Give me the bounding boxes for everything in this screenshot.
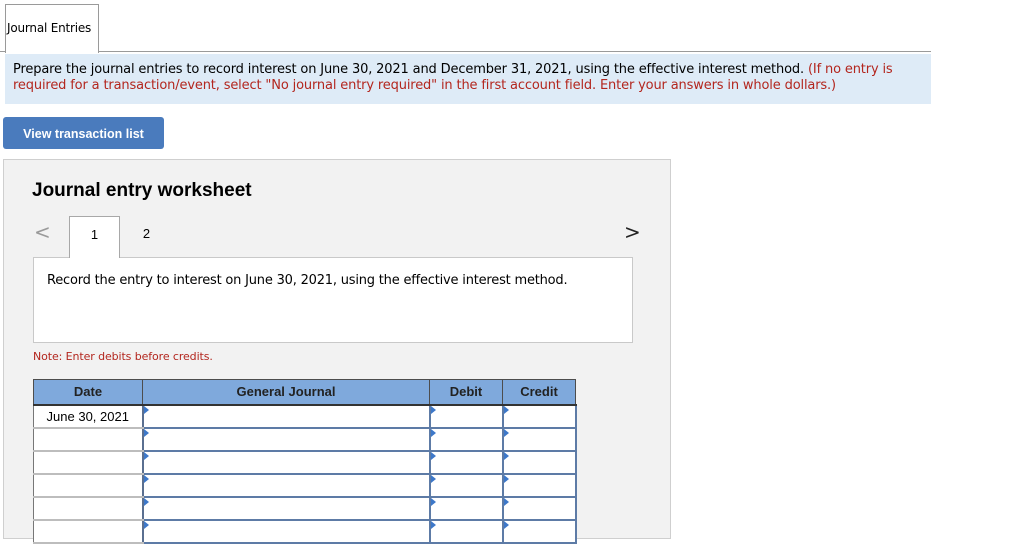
credit-input[interactable] <box>503 520 575 542</box>
cell-flag-icon <box>143 428 149 437</box>
instructions-panel: Prepare the journal entries to record in… <box>5 54 931 104</box>
account-input[interactable] <box>143 497 429 519</box>
debits-note: Note: Enter debits before credits. <box>33 350 213 363</box>
account-input[interactable] <box>143 428 429 450</box>
debit-input-cell <box>428 519 504 544</box>
cell-flag-icon <box>503 405 509 414</box>
cell-flag-icon <box>430 497 436 506</box>
account-input-cell <box>141 450 431 475</box>
credit-input-cell <box>501 519 577 544</box>
account-input-cell <box>141 473 431 498</box>
date-cell <box>33 496 144 521</box>
date-cell: June 30, 2021 <box>33 404 144 429</box>
account-input[interactable] <box>143 520 429 542</box>
table-header-row: Date General Journal Debit Credit <box>33 379 576 406</box>
credit-input[interactable] <box>503 428 575 450</box>
cell-flag-icon <box>503 520 509 529</box>
entry-prompt: Record the entry to interest on June 30,… <box>33 257 633 343</box>
debit-input[interactable] <box>430 428 502 450</box>
table-row <box>33 496 577 521</box>
debit-input[interactable] <box>430 497 502 519</box>
cell-flag-icon <box>503 451 509 460</box>
credit-input[interactable] <box>503 451 575 473</box>
tab-bar: Journal Entries <box>0 0 931 53</box>
debit-input-cell <box>428 450 504 475</box>
step-tab-2[interactable]: 2 <box>121 216 172 258</box>
account-input[interactable] <box>143 451 429 473</box>
account-input[interactable] <box>143 474 429 496</box>
cell-flag-icon <box>503 497 509 506</box>
tab-journal-entries[interactable]: Journal Entries <box>5 4 99 53</box>
chevron-right-icon[interactable]: > <box>624 220 641 244</box>
table-row <box>33 427 577 452</box>
step-tab-1[interactable]: 1 <box>69 216 120 258</box>
header-debit: Debit <box>429 379 503 406</box>
date-cell <box>33 473 144 498</box>
debit-input-cell <box>428 496 504 521</box>
credit-input[interactable] <box>503 497 575 519</box>
header-date: Date <box>33 379 143 406</box>
date-cell <box>33 519 144 544</box>
credit-input-cell <box>501 496 577 521</box>
table-row: June 30, 2021 <box>33 404 577 429</box>
cell-flag-icon <box>143 474 149 483</box>
worksheet-title: Journal entry worksheet <box>32 180 252 201</box>
debit-input[interactable] <box>430 451 502 473</box>
cell-flag-icon <box>143 405 149 414</box>
cell-flag-icon <box>430 405 436 414</box>
table-row <box>33 450 577 475</box>
cell-flag-icon <box>503 474 509 483</box>
cell-flag-icon <box>430 520 436 529</box>
cell-flag-icon <box>143 520 149 529</box>
instructions-main: Prepare the journal entries to record in… <box>13 62 804 77</box>
chevron-left-icon[interactable]: < <box>34 220 51 244</box>
credit-input-cell <box>501 427 577 452</box>
date-cell <box>33 450 144 475</box>
journal-table: Date General Journal Debit Credit June 3… <box>33 379 577 544</box>
cell-flag-icon <box>430 451 436 460</box>
credit-input-cell <box>501 404 577 429</box>
cell-flag-icon <box>143 497 149 506</box>
debit-input[interactable] <box>430 520 502 542</box>
credit-input[interactable] <box>503 405 575 427</box>
credit-input-cell <box>501 450 577 475</box>
header-general-journal: General Journal <box>142 379 430 406</box>
cell-flag-icon <box>430 474 436 483</box>
cell-flag-icon <box>430 428 436 437</box>
cell-flag-icon <box>503 428 509 437</box>
header-credit: Credit <box>502 379 576 406</box>
credit-input[interactable] <box>503 474 575 496</box>
debit-input-cell <box>428 427 504 452</box>
table-row <box>33 519 577 544</box>
debit-input-cell <box>428 473 504 498</box>
account-input-cell <box>141 427 431 452</box>
account-input-cell <box>141 519 431 544</box>
debit-input-cell <box>428 404 504 429</box>
date-cell <box>33 427 144 452</box>
account-input-cell <box>141 496 431 521</box>
debit-input[interactable] <box>430 474 502 496</box>
cell-flag-icon <box>143 451 149 460</box>
journal-entry-worksheet: Journal entry worksheet < 1 2 > Record t… <box>3 159 671 544</box>
credit-input-cell <box>501 473 577 498</box>
view-transaction-list-button[interactable]: View transaction list <box>3 117 164 149</box>
account-input[interactable] <box>143 405 429 427</box>
account-input-cell <box>141 404 431 429</box>
debit-input[interactable] <box>430 405 502 427</box>
table-row <box>33 473 577 498</box>
